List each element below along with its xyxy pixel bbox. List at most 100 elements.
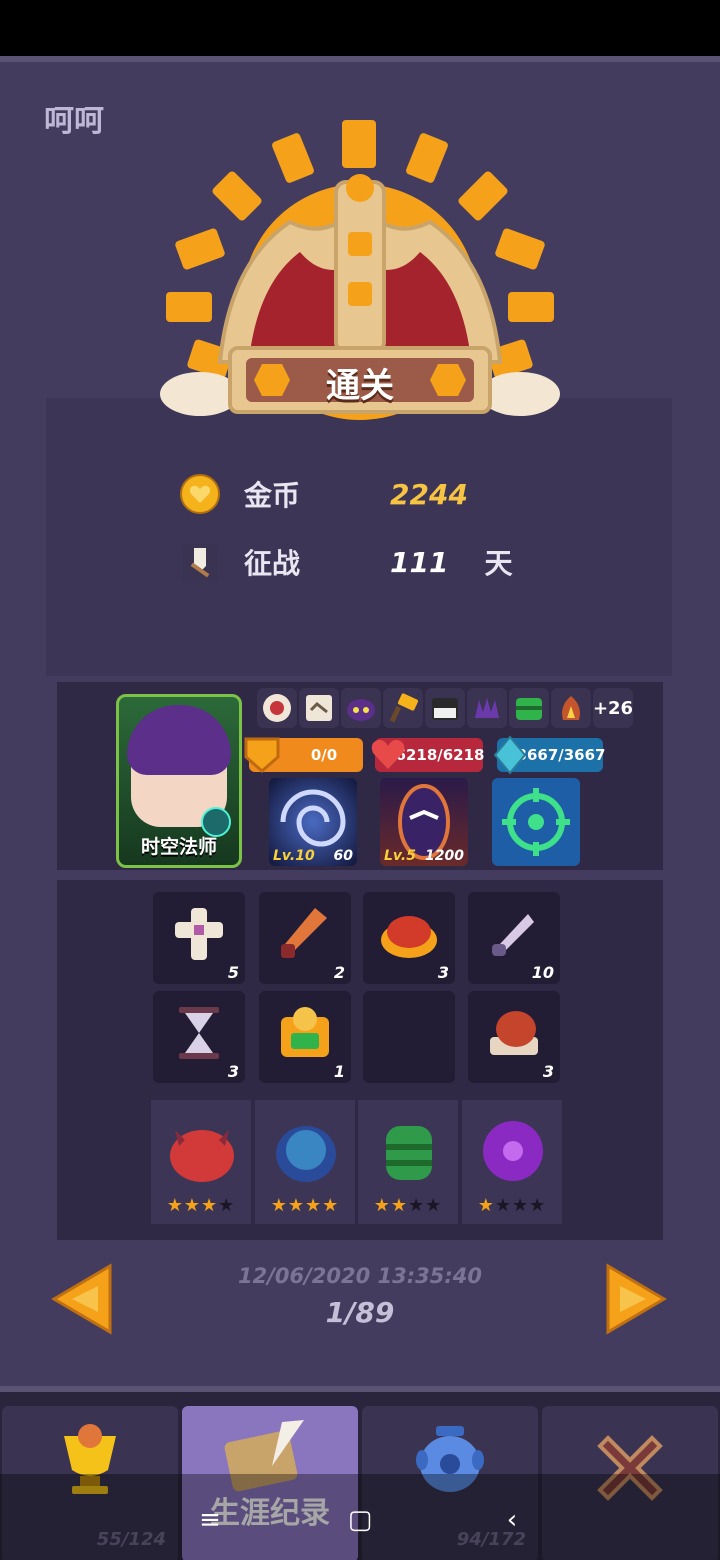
green-chest-icon[interactable] bbox=[509, 688, 549, 728]
star-empty-icon: ★ bbox=[408, 1195, 426, 1216]
star-filled-icon: ★ bbox=[390, 1195, 408, 1216]
star-filled-icon: ★ bbox=[373, 1195, 391, 1216]
hp-value: 6218/6218 bbox=[395, 746, 485, 764]
purple-orb-icon bbox=[483, 1121, 543, 1181]
banner-label: 通关 bbox=[326, 366, 394, 406]
gold-coin-icon bbox=[180, 474, 220, 514]
star-empty-icon: ★ bbox=[425, 1195, 443, 1216]
skill-1-level: Lv.10 bbox=[273, 848, 315, 864]
menu-icon[interactable]: ≡ bbox=[190, 1500, 230, 1540]
star-filled-icon: ★ bbox=[270, 1195, 288, 1216]
skill-target[interactable] bbox=[492, 778, 580, 866]
days-row: 征战 111 天 bbox=[180, 538, 512, 586]
blue-egg-icon bbox=[276, 1126, 336, 1182]
prev-arrow-icon[interactable] bbox=[50, 1262, 114, 1336]
status-bar bbox=[0, 0, 720, 56]
system-nav-bar: ≡ ▢ ‹ bbox=[0, 1474, 720, 1560]
skill-2-cost: 1200 bbox=[425, 848, 464, 864]
inventory-slot[interactable]: 3 bbox=[363, 892, 455, 984]
gold-label: 金币 bbox=[244, 479, 301, 512]
item-count: 10 bbox=[531, 963, 554, 982]
star-empty-icon: ★ bbox=[494, 1195, 512, 1216]
home-square-icon[interactable]: ▢ bbox=[340, 1500, 380, 1540]
summary-panel: 金币 2244 征战 111 天 bbox=[46, 426, 672, 676]
star-filled-icon: ★ bbox=[183, 1195, 201, 1216]
seal-icon[interactable] bbox=[257, 688, 297, 728]
relic-row: +26 bbox=[257, 688, 633, 728]
sword-icon bbox=[182, 544, 218, 580]
star-filled-icon: ★ bbox=[305, 1195, 323, 1216]
item-count: 1 bbox=[333, 1062, 345, 1081]
dagger-icon bbox=[281, 908, 327, 958]
pet-slot[interactable]: ★★★★ bbox=[358, 1100, 458, 1224]
crystal-icon bbox=[493, 735, 527, 775]
relics-more[interactable]: +26 bbox=[593, 688, 633, 728]
knife-icon bbox=[492, 914, 534, 956]
heart-icon bbox=[371, 739, 405, 769]
cross-icon bbox=[175, 908, 223, 960]
item-count: 3 bbox=[437, 963, 449, 982]
pet-stars: ★★★★ bbox=[358, 1195, 458, 1216]
skill-portal[interactable]: Lv.5 1200 bbox=[380, 778, 468, 866]
inventory-slot[interactable]: 1 bbox=[259, 991, 351, 1083]
inventory-slot-empty[interactable] bbox=[363, 991, 455, 1083]
green-cocoon-icon bbox=[386, 1126, 432, 1180]
hourglass-icon bbox=[179, 1007, 219, 1059]
pet-slot[interactable]: ★★★★ bbox=[255, 1100, 355, 1224]
star-empty-icon: ★ bbox=[529, 1195, 547, 1216]
hero-name: 时空法师 bbox=[140, 836, 217, 858]
star-filled-icon: ★ bbox=[287, 1195, 305, 1216]
skull-box-icon bbox=[281, 1007, 329, 1057]
handshake-icon[interactable] bbox=[299, 688, 339, 728]
inventory-slot[interactable]: 3 bbox=[153, 991, 245, 1083]
hero-hair bbox=[127, 705, 231, 775]
next-arrow-icon[interactable] bbox=[604, 1262, 668, 1336]
inventory-slot[interactable]: 10 bbox=[468, 892, 560, 984]
skill-1-cost: 60 bbox=[333, 848, 353, 864]
star-filled-icon: ★ bbox=[166, 1195, 184, 1216]
player-name: 呵呵 bbox=[44, 104, 104, 139]
days-unit: 天 bbox=[484, 547, 513, 580]
pet-slot[interactable]: ★★★★ bbox=[462, 1100, 562, 1224]
pet-stars: ★★★★ bbox=[462, 1195, 562, 1216]
hammer-icon[interactable] bbox=[383, 688, 423, 728]
pet-slot[interactable]: ★★★★ bbox=[151, 1100, 251, 1224]
shield-bar: 0/0 bbox=[244, 737, 363, 773]
mana-bar: 3667/3667 bbox=[493, 735, 606, 775]
flame-hood-icon[interactable] bbox=[551, 688, 591, 728]
item-count: 2 bbox=[333, 963, 345, 982]
pet-stars: ★★★★ bbox=[151, 1195, 251, 1216]
star-filled-icon: ★ bbox=[477, 1195, 495, 1216]
shield-icon bbox=[244, 737, 280, 773]
inventory-slot[interactable]: 5 bbox=[153, 892, 245, 984]
hero-card[interactable]: 时空法师 bbox=[116, 694, 242, 868]
days-value: 111 bbox=[390, 545, 449, 579]
skill-vortex[interactable]: Lv.10 60 bbox=[269, 778, 357, 866]
target-icon bbox=[502, 788, 570, 856]
mana-value: 3667/3667 bbox=[516, 746, 606, 764]
item-count: 3 bbox=[227, 1062, 239, 1081]
skill-2-level: Lv.5 bbox=[384, 848, 416, 864]
star-filled-icon: ★ bbox=[322, 1195, 340, 1216]
red-beast-icon bbox=[170, 1130, 234, 1182]
star-empty-icon: ★ bbox=[218, 1195, 236, 1216]
pie-icon bbox=[381, 916, 437, 958]
pet-stars: ★★★★ bbox=[255, 1195, 355, 1216]
claw-icon[interactable] bbox=[467, 688, 507, 728]
item-count: 3 bbox=[542, 1062, 554, 1081]
gold-value: 2244 bbox=[390, 477, 468, 511]
star-filled-icon: ★ bbox=[201, 1195, 219, 1216]
shield-value: 0/0 bbox=[310, 746, 338, 764]
crown-emblem: 通关 bbox=[160, 112, 560, 422]
piano-icon[interactable] bbox=[425, 688, 465, 728]
inventory-slot[interactable]: 3 bbox=[468, 991, 560, 1083]
hero-panel: 时空法师 +26 0/0 6218/6218 3667/3667 Lv.10 6… bbox=[57, 682, 663, 870]
star-empty-icon: ★ bbox=[512, 1195, 530, 1216]
back-chevron-icon[interactable]: ‹ bbox=[492, 1500, 532, 1540]
purple-mask-icon[interactable] bbox=[341, 688, 381, 728]
gold-row: 金币 2244 bbox=[180, 470, 468, 518]
item-count: 5 bbox=[227, 963, 239, 982]
meat-icon bbox=[490, 1011, 538, 1055]
inventory-slot[interactable]: 2 bbox=[259, 892, 351, 984]
days-label: 征战 bbox=[244, 547, 301, 580]
